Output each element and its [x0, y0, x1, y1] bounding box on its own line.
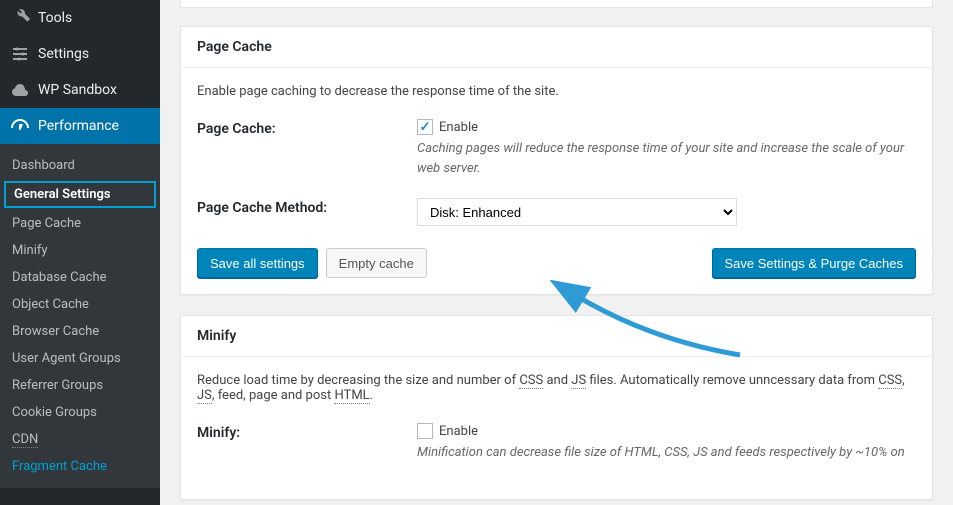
- panel-page-cache: Page Cache Enable page caching to decrea…: [180, 26, 933, 295]
- sidebar-label: Tools: [38, 10, 72, 26]
- minify-desc: Reduce load time by decreasing the size …: [197, 373, 916, 403]
- checkbox-label-enable: Enable: [439, 120, 478, 135]
- submenu-referrer-groups[interactable]: Referrer Groups: [0, 372, 160, 399]
- submenu-dashboard[interactable]: Dashboard: [0, 152, 160, 179]
- checkbox-label-minify-enable: Enable: [439, 424, 478, 439]
- submenu-performance: Dashboard General Settings Page Cache Mi…: [0, 144, 160, 488]
- page-cache-desc: Enable page caching to decrease the resp…: [197, 84, 916, 99]
- sidebar-label: Performance: [38, 118, 119, 134]
- submenu-minify[interactable]: Minify: [0, 237, 160, 264]
- sidebar-item-tools[interactable]: Tools: [0, 0, 160, 36]
- submenu-page-cache[interactable]: Page Cache: [0, 210, 160, 237]
- submenu-user-agent-groups[interactable]: User Agent Groups: [0, 345, 160, 372]
- sidebar-item-wpsandbox[interactable]: WP Sandbox: [0, 72, 160, 108]
- submenu-object-cache[interactable]: Object Cache: [0, 291, 160, 318]
- row-minify-enable: Minify: Enable Minification can decrease…: [197, 423, 916, 463]
- sliders-icon: [10, 44, 30, 64]
- help-page-cache-enable: Caching pages will reduce the response t…: [417, 139, 916, 178]
- panel-minify: Minify Reduce load time by decreasing th…: [180, 315, 933, 500]
- select-page-cache-method[interactable]: Disk: Enhanced: [417, 198, 737, 226]
- main-content: Page Cache Enable page caching to decrea…: [160, 0, 953, 505]
- gauge-icon: [10, 116, 30, 136]
- save-purge-button[interactable]: Save Settings & Purge Caches: [712, 248, 917, 278]
- label-page-cache-method: Page Cache Method:: [197, 198, 417, 216]
- label-page-cache: Page Cache:: [197, 119, 417, 137]
- sidebar-item-settings[interactable]: Settings: [0, 36, 160, 72]
- panel-title-page-cache: Page Cache: [181, 27, 932, 68]
- sidebar-label: Settings: [38, 46, 89, 62]
- save-all-settings-button[interactable]: Save all settings: [197, 248, 318, 278]
- submenu-fragment-cache[interactable]: Fragment Cache: [0, 453, 160, 480]
- row-page-cache-enable: Page Cache: Enable Caching pages will re…: [197, 119, 916, 178]
- submenu-browser-cache[interactable]: Browser Cache: [0, 318, 160, 345]
- page-cache-buttons: Save all settings Empty cache Save Setti…: [197, 248, 916, 278]
- wrench-icon: [10, 8, 30, 28]
- submenu-cdn[interactable]: CDN: [0, 426, 160, 453]
- row-page-cache-method: Page Cache Method: Disk: Enhanced: [197, 198, 916, 226]
- panel-fragment-top: [180, 0, 933, 8]
- empty-cache-button[interactable]: Empty cache: [326, 248, 427, 278]
- submenu-general-settings[interactable]: General Settings: [4, 181, 156, 208]
- help-minify-enable: Minification can decrease file size of H…: [417, 443, 916, 463]
- submenu-database-cache[interactable]: Database Cache: [0, 264, 160, 291]
- cloud-icon: [10, 80, 30, 100]
- submenu-cookie-groups[interactable]: Cookie Groups: [0, 399, 160, 426]
- sidebar-item-performance[interactable]: Performance: [0, 108, 160, 144]
- sidebar-label: WP Sandbox: [38, 82, 117, 98]
- admin-sidebar: Tools Settings WP Sandbox Performance Da…: [0, 0, 160, 505]
- checkbox-minify-enable[interactable]: [417, 423, 433, 439]
- panel-title-minify: Minify: [181, 316, 932, 357]
- label-minify: Minify:: [197, 423, 417, 441]
- checkbox-page-cache-enable[interactable]: [417, 119, 433, 135]
